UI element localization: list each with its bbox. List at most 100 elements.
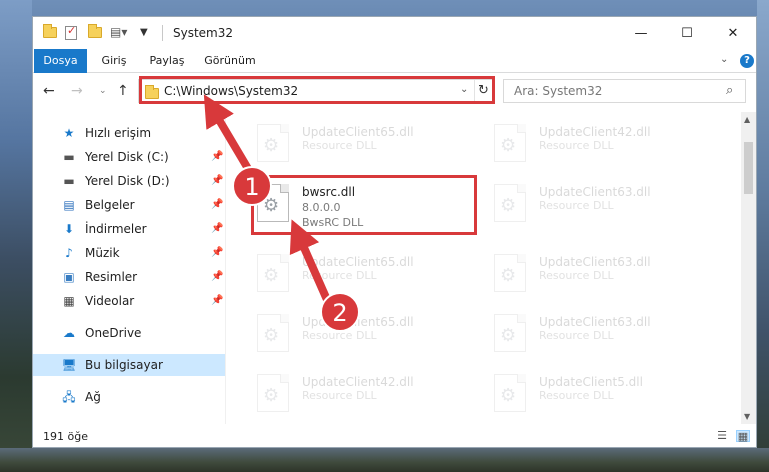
file-list: ⚙ UpdateClient65.dll Resource DLL ⚙ bwsr… (226, 112, 741, 424)
forward-icon[interactable]: → (71, 83, 83, 99)
desktop-wallpaper-left (0, 0, 32, 472)
sidebar-item-downloads[interactable]: ⬇ İndirmeler 📌 (33, 218, 225, 240)
sidebar-item-documents[interactable]: ▤ Belgeler 📌 (33, 194, 225, 216)
file-item[interactable]: ⚙ UpdateClient42.dll Resource DLL (254, 368, 480, 424)
file-item[interactable]: ⚙ UpdateClient5.dll Resource DLL (491, 368, 717, 424)
new-folder-icon[interactable] (88, 24, 104, 41)
customize-toolbar-icon[interactable]: ▤▾ (110, 25, 127, 41)
search-placeholder: Ara: System32 (514, 84, 603, 98)
scroll-down-icon[interactable]: ▼ (744, 412, 750, 421)
file-explorer-window: ▤▾ ▼ System32 — ☐ ✕ Dosya Giriş Paylaş G… (32, 16, 757, 448)
step-1-badge: 1 (232, 166, 272, 206)
file-item[interactable]: ⚙ UpdateClient65.dll Resource DLL (254, 248, 480, 306)
download-icon: ⬇ (63, 222, 75, 236)
sidebar-item-onedrive[interactable]: ☁ OneDrive (33, 322, 225, 344)
sidebar-item-music[interactable]: ♪ Müzik 📌 (33, 242, 225, 264)
file-description: Resource DLL (539, 329, 614, 342)
file-description: Resource DLL (539, 139, 614, 152)
tab-home[interactable]: Giriş (97, 49, 131, 73)
toolbar-dropdown-icon[interactable]: ▼ (140, 27, 156, 43)
network-icon: 🖧 (62, 390, 76, 404)
file-name: UpdateClient42.dll (302, 375, 414, 389)
file-description: Resource DLL (539, 389, 614, 402)
sidebar-item-disk-c[interactable]: ▬ Yerel Disk (C:) 📌 (33, 146, 225, 168)
file-item[interactable]: ⚙ UpdateClient63.dll Resource DLL (491, 178, 717, 236)
expand-ribbon-icon[interactable]: ⌄ (720, 54, 728, 65)
tab-file[interactable]: Dosya (34, 49, 87, 73)
help-icon[interactable]: ? (740, 54, 754, 68)
pin-icon: 📌 (211, 151, 224, 162)
file-description: Resource DLL (302, 389, 377, 402)
file-description: Resource DLL (302, 269, 377, 282)
sidebar-item-label: Hızlı erişim (85, 126, 152, 140)
tiles-view-icon[interactable]: ▦ (736, 430, 750, 443)
file-name: UpdateClient42.dll (539, 125, 651, 139)
cloud-icon: ☁ (63, 326, 75, 340)
properties-icon[interactable] (65, 24, 81, 41)
minimize-button[interactable]: — (618, 17, 664, 49)
file-name: UpdateClient5.dll (539, 375, 643, 389)
search-input[interactable]: Ara: System32 ⌕ (503, 79, 746, 103)
folder-icon (43, 24, 59, 41)
dll-file-icon: ⚙ (491, 374, 529, 414)
pictures-icon: ▣ (63, 270, 75, 284)
vertical-scrollbar[interactable]: ▲ ▼ (741, 112, 756, 424)
pin-icon: 📌 (211, 247, 224, 258)
pin-icon: 📌 (211, 295, 224, 306)
file-item[interactable]: ⚙ UpdateClient63.dll Resource DLL (491, 308, 717, 366)
documents-icon: ▤ (63, 198, 75, 212)
maximize-button[interactable]: ☐ (664, 17, 710, 49)
drive-icon: ▬ (63, 150, 75, 164)
file-description: Resource DLL (539, 199, 614, 212)
dll-file-icon: ⚙ (491, 124, 529, 164)
sidebar-item-label: OneDrive (85, 326, 142, 340)
file-name: UpdateClient63.dll (539, 185, 651, 199)
recent-locations-icon[interactable]: ⌄ (99, 86, 107, 96)
sidebar-item-pictures[interactable]: ▣ Resimler 📌 (33, 266, 225, 288)
sidebar-item-videos[interactable]: ▦ Videolar 📌 (33, 290, 225, 312)
address-highlight-box (139, 76, 495, 104)
file-item[interactable]: ⚙ UpdateClient42.dll Resource DLL (491, 118, 717, 176)
details-view-icon[interactable]: ☰ (715, 430, 729, 442)
up-icon[interactable]: ↑ (117, 83, 129, 99)
file-name: UpdateClient63.dll (539, 315, 651, 329)
sidebar-item-network[interactable]: 🖧 Ağ (33, 386, 225, 408)
dll-file-icon: ⚙ (491, 254, 529, 294)
close-button[interactable]: ✕ (710, 17, 756, 49)
desktop-wallpaper-right (757, 0, 769, 472)
file-highlight-box (251, 175, 477, 235)
music-icon: ♪ (65, 246, 73, 260)
sidebar-item-disk-d[interactable]: ▬ Yerel Disk (D:) 📌 (33, 170, 225, 192)
window-title: System32 (173, 26, 234, 40)
desktop-wallpaper-bottom (0, 448, 769, 472)
pin-icon: 📌 (211, 199, 224, 210)
file-item[interactable]: ⚙ UpdateClient65.dll Resource DLL (254, 118, 480, 176)
sidebar-item-quick-access[interactable]: ★ Hızlı erişim (33, 122, 225, 144)
item-count: 191 öğe (43, 430, 88, 443)
step-2-badge: 2 (320, 292, 360, 332)
file-item[interactable]: ⚙ UpdateClient63.dll Resource DLL (491, 248, 717, 306)
file-item[interactable]: ⚙ UpdateClient65.dll Resource DLL (254, 308, 480, 366)
dll-file-icon: ⚙ (491, 184, 529, 224)
back-icon[interactable]: ← (43, 83, 55, 99)
pin-icon: 📌 (211, 175, 224, 186)
sidebar-item-label: Ağ (85, 390, 101, 404)
sidebar-item-this-pc[interactable]: 🖥 Bu bilgisayar (33, 354, 225, 376)
star-icon: ★ (63, 126, 75, 140)
file-name: UpdateClient65.dll (302, 255, 414, 269)
tab-view[interactable]: Görünüm (203, 49, 257, 73)
search-icon[interactable]: ⌕ (726, 83, 733, 98)
dll-file-icon: ⚙ (491, 314, 529, 354)
sidebar-item-label: Yerel Disk (D:) (85, 174, 170, 188)
scrollbar-thumb[interactable] (744, 142, 753, 194)
pin-icon: 📌 (211, 271, 224, 282)
tab-share[interactable]: Paylaş (147, 49, 187, 73)
status-bar: 191 öğe ☰ ▦ (33, 424, 756, 447)
file-description: Resource DLL (539, 269, 614, 282)
sidebar-item-label: Belgeler (85, 198, 135, 212)
title-separator (162, 25, 163, 41)
drive-icon: ▬ (63, 174, 75, 188)
sidebar-item-label: İndirmeler (85, 222, 147, 236)
file-description: Resource DLL (302, 139, 377, 152)
scroll-up-icon[interactable]: ▲ (744, 115, 750, 124)
